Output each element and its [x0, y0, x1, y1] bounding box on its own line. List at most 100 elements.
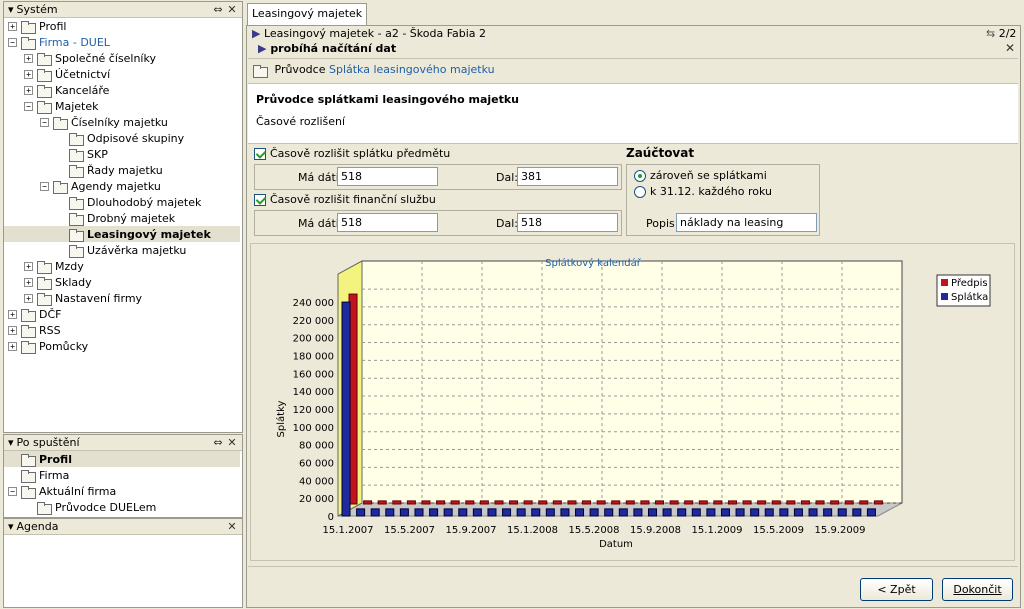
expander-icon[interactable]: − — [24, 101, 33, 111]
tree-item-label: Agendy majetku — [71, 179, 161, 193]
tree-item[interactable]: Firma — [8, 467, 69, 483]
tree-item[interactable]: Leasingový majetek — [4, 226, 240, 242]
tree-item[interactable]: + Profil — [8, 18, 66, 34]
close-icon[interactable]: ✕ — [226, 521, 238, 533]
wizard-heading: Průvodce splátkami leasingového majetku — [256, 93, 520, 106]
legend-swatch-predpis — [941, 279, 948, 286]
tree-item[interactable]: Uzávěrka majetku — [56, 242, 186, 258]
tree-item-label: Průvodce DUELem — [55, 500, 157, 514]
bar-splatka — [502, 508, 512, 517]
tree-item[interactable]: − Číselníky majetku — [40, 114, 168, 130]
row1-ma-dati-input[interactable]: 518 — [337, 167, 438, 186]
bar-splatka — [852, 508, 862, 517]
tree-item[interactable]: Průvodce DUELem — [24, 499, 156, 515]
arrow-right-icon: ▶ — [252, 27, 261, 40]
dock-icon[interactable]: ⇔ — [212, 4, 224, 16]
breadcrumb-item[interactable]: Leasingový majetek - a2 - Škoda Fabia 2 — [264, 27, 486, 40]
row2-ma-dati-input[interactable]: 518 — [337, 213, 438, 232]
x-tick-label: 15.1.2009 — [692, 525, 743, 536]
radio2-label: k 31.12. každého roku — [650, 185, 773, 198]
tree-item[interactable]: Drobný majetek — [56, 210, 175, 226]
y-tick-label: 220 000 — [293, 316, 334, 327]
tree-item[interactable]: − Agendy majetku — [40, 178, 161, 194]
tree-item-label: Firma - DUEL — [39, 35, 110, 49]
chevron-down-icon[interactable]: ▾ — [8, 3, 14, 16]
expander-icon[interactable]: + — [8, 21, 17, 31]
tree-item[interactable]: + DČF — [8, 306, 61, 322]
tree-item[interactable]: SKP — [56, 146, 108, 162]
folder-icon — [52, 116, 68, 130]
chevron-down-icon[interactable]: ▾ — [8, 520, 14, 533]
expander-icon[interactable]: − — [40, 117, 49, 127]
x-axis-label: Datum — [599, 539, 633, 550]
bar-predpis — [479, 500, 489, 505]
expander-icon[interactable]: − — [8, 37, 17, 47]
wizard-link[interactable]: Splátka leasingového majetku — [329, 63, 495, 76]
row2-dal-input[interactable]: 518 — [517, 213, 618, 232]
tree-item-label: Dlouhodobý majetek — [87, 195, 202, 209]
tab-leasingovy-majetek[interactable]: Leasingový majetek — [247, 3, 368, 25]
bar-predpis — [596, 500, 606, 505]
tree-item-label: Drobný majetek — [87, 211, 176, 225]
close-icon[interactable]: ✕ — [226, 4, 238, 16]
expander-icon[interactable]: + — [24, 85, 33, 95]
cb1-checkbox[interactable] — [254, 148, 266, 160]
popis-input[interactable]: náklady na leasing — [676, 213, 817, 232]
tree-item-label: Uzávěrka majetku — [87, 243, 187, 257]
tree-item[interactable]: + Kanceláře — [24, 82, 109, 98]
tree-item[interactable]: − Firma - DUEL — [8, 34, 110, 50]
close-icon[interactable]: ✕ — [226, 437, 238, 449]
row1-dal-input[interactable]: 381 — [517, 167, 618, 186]
bar-predpis — [713, 500, 723, 505]
cb2-checkbox[interactable] — [254, 194, 266, 206]
expander-icon[interactable]: + — [24, 53, 33, 63]
radio1[interactable] — [634, 170, 646, 182]
bar-predpis — [465, 500, 475, 505]
tree-item[interactable]: Dlouhodobý majetek — [56, 194, 201, 210]
bar-splatka — [837, 508, 847, 517]
bar-predpis — [625, 500, 635, 505]
tree-item[interactable]: + Společné číselníky — [24, 50, 156, 66]
finish-button[interactable]: Dokončit — [942, 578, 1013, 601]
tree-item[interactable]: − Aktuální firma — [8, 483, 116, 499]
x-tick-label: 15.5.2007 — [384, 525, 435, 536]
swap-icon[interactable]: ⇆ — [986, 27, 995, 40]
loading-status: ▶ probíhá načítání dat — [258, 42, 396, 55]
back-button[interactable]: < Zpět — [860, 578, 933, 601]
bar-predpis — [873, 500, 883, 505]
close-icon[interactable]: ✕ — [1005, 41, 1015, 55]
bar-splatka — [575, 508, 585, 517]
expander-icon[interactable]: + — [24, 293, 33, 303]
expander-icon[interactable]: − — [8, 486, 17, 496]
tree-item[interactable]: Profil — [4, 451, 240, 467]
dock-icon[interactable]: ⇔ — [212, 437, 224, 449]
tree-item[interactable]: + Sklady — [24, 274, 92, 290]
tree-item[interactable]: + Nastavení firmy — [24, 290, 142, 306]
loading-text: probíhá načítání dat — [270, 42, 397, 55]
chevron-down-icon[interactable]: ▾ — [8, 436, 14, 449]
expander-icon[interactable]: + — [8, 341, 17, 351]
expander-icon[interactable]: + — [8, 325, 17, 335]
bar-predpis — [698, 500, 708, 505]
expander-icon[interactable]: + — [24, 261, 33, 271]
bar-splatka — [706, 508, 716, 517]
tree-item[interactable]: + Pomůcky — [8, 338, 88, 354]
tree-item-label: Kanceláře — [55, 83, 110, 97]
tree-item[interactable]: Odpisové skupiny — [56, 130, 184, 146]
agenda-panel-title: Agenda — [16, 520, 59, 533]
tree-item[interactable]: − Majetek — [24, 98, 99, 114]
expander-icon[interactable]: + — [24, 277, 33, 287]
arrow-right-icon: ▶ — [258, 42, 267, 55]
expander-icon[interactable]: + — [8, 309, 17, 319]
bar-splatka — [399, 508, 409, 517]
tree-item[interactable]: + Účetnictví — [24, 66, 110, 82]
tree-item[interactable]: Řady majetku — [56, 162, 163, 178]
tree-item-label: Firma — [39, 468, 70, 482]
expander-icon[interactable]: − — [40, 181, 49, 191]
tree-item[interactable]: + Mzdy — [24, 258, 84, 274]
expander-icon[interactable]: + — [24, 69, 33, 79]
tree-item[interactable]: + RSS — [8, 322, 61, 338]
radio2[interactable] — [634, 186, 646, 198]
tree-item-label: Leasingový majetek — [87, 227, 211, 241]
tree-item-label: Profil — [39, 19, 67, 33]
